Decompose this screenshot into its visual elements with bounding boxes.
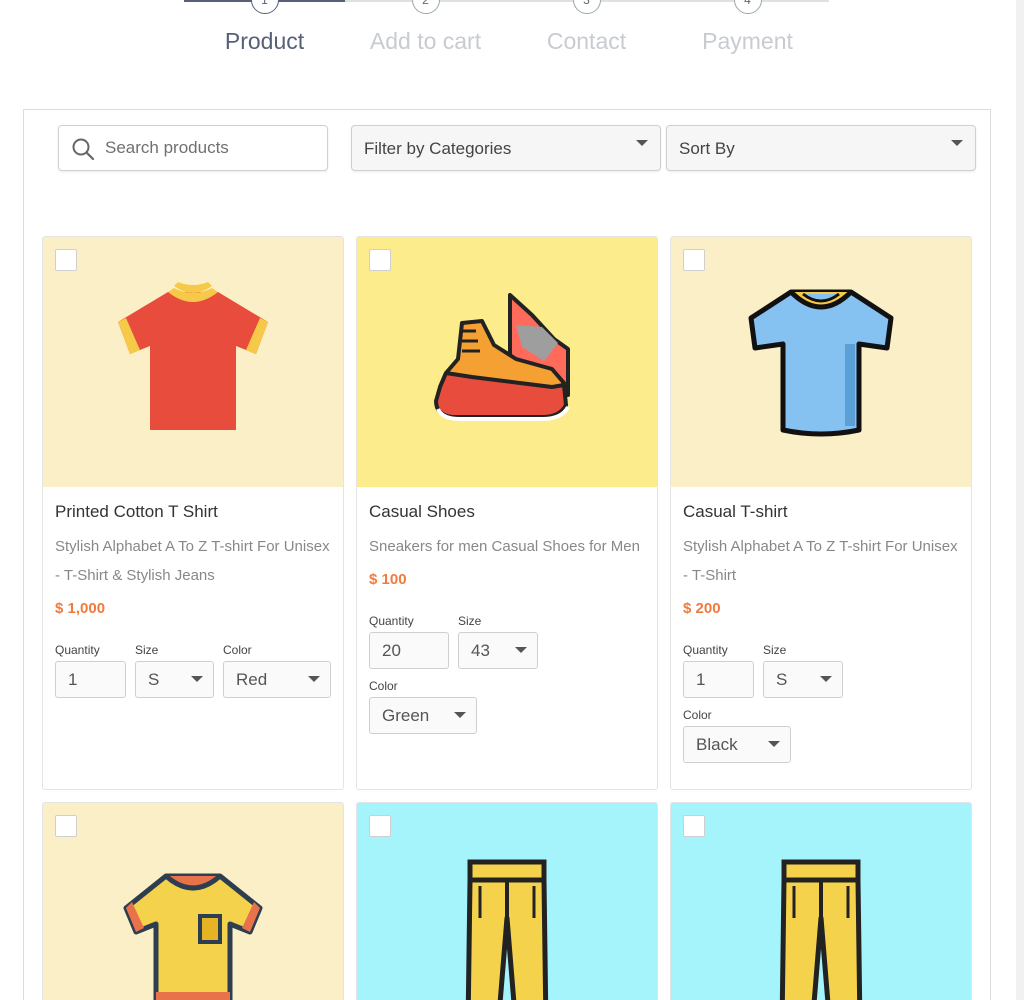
color-select[interactable]: Black bbox=[683, 726, 791, 763]
size-value: 43 bbox=[471, 641, 490, 660]
product-description: Sneakers for men Casual Shoes for Men bbox=[369, 538, 640, 555]
size-value: S bbox=[776, 670, 788, 689]
color-option: Color Green bbox=[369, 679, 645, 734]
product-card[interactable]: Printed Cotton T Shirt Stylish Alphabet … bbox=[42, 236, 344, 790]
size-select[interactable]: S bbox=[135, 661, 214, 698]
step-number: 4 bbox=[733, 0, 762, 14]
step-number: 3 bbox=[572, 0, 601, 14]
size-option: Size S bbox=[763, 643, 843, 698]
step-number: 1 bbox=[250, 0, 279, 14]
red-tshirt-icon bbox=[118, 282, 268, 430]
chevron-down-icon bbox=[820, 676, 832, 682]
yellow-tshirt-icon bbox=[123, 873, 263, 1000]
product-select-checkbox[interactable] bbox=[369, 249, 391, 271]
step-label: Contact bbox=[546, 28, 627, 54]
yellow-pants-icon bbox=[779, 859, 863, 1000]
step-payment[interactable]: 4 Payment bbox=[667, 0, 828, 55]
product-price: $ 1,000 bbox=[55, 600, 106, 617]
product-card[interactable] bbox=[356, 802, 658, 1000]
step-product[interactable]: 1 Product bbox=[184, 0, 345, 55]
search-input[interactable] bbox=[105, 126, 320, 170]
product-image-area bbox=[357, 237, 657, 487]
size-select[interactable]: S bbox=[763, 661, 843, 698]
product-card[interactable]: Casual T-shirt Stylish Alphabet A To Z T… bbox=[670, 236, 972, 790]
chevron-down-icon bbox=[636, 140, 648, 146]
step-number: 2 bbox=[411, 0, 440, 14]
checkout-stepper: 1 Product 2 Add to cart 3 Contact 4 Paym… bbox=[184, 0, 829, 70]
quantity-option: Quantity 1 bbox=[683, 643, 754, 698]
category-filter-select[interactable]: Filter by Categories bbox=[351, 125, 661, 171]
product-image-area bbox=[671, 237, 971, 487]
product-panel: Filter by Categories Sort By Printed Cot… bbox=[23, 109, 991, 1000]
product-description: Stylish Alphabet A To Z T-shirt For Unis… bbox=[55, 538, 330, 584]
size-label: Size bbox=[458, 614, 482, 628]
product-image-area bbox=[357, 803, 657, 1000]
product-image-area bbox=[671, 803, 971, 1000]
product-description: Stylish Alphabet A To Z T-shirt For Unis… bbox=[683, 538, 958, 584]
quantity-input[interactable]: 1 bbox=[55, 661, 126, 698]
color-label: Color bbox=[683, 708, 712, 722]
product-image-area bbox=[43, 803, 343, 1000]
color-value: Red bbox=[236, 670, 268, 689]
yellow-pants-icon bbox=[465, 859, 549, 1000]
color-value: Green bbox=[382, 706, 430, 725]
product-card[interactable] bbox=[670, 802, 972, 1000]
chevron-down-icon bbox=[768, 741, 780, 747]
chevron-down-icon bbox=[951, 140, 963, 146]
product-price: $ 100 bbox=[369, 571, 407, 588]
size-option: Size 43 bbox=[458, 614, 538, 669]
product-title: Casual Shoes bbox=[369, 502, 475, 521]
size-label: Size bbox=[135, 643, 159, 657]
sneakers-icon bbox=[434, 293, 570, 421]
product-select-checkbox[interactable] bbox=[683, 249, 705, 271]
step-label: Product bbox=[224, 28, 305, 54]
chevron-down-icon bbox=[515, 647, 527, 653]
quantity-option: Quantity 20 bbox=[369, 614, 449, 669]
product-select-checkbox[interactable] bbox=[55, 815, 77, 837]
quantity-option: Quantity 1 bbox=[55, 643, 126, 698]
product-title: Printed Cotton T Shirt bbox=[55, 502, 218, 521]
category-filter-label: Filter by Categories bbox=[364, 139, 512, 158]
product-select-checkbox[interactable] bbox=[369, 815, 391, 837]
step-contact[interactable]: 3 Contact bbox=[506, 0, 667, 55]
blue-tshirt-icon bbox=[748, 289, 894, 437]
color-select[interactable]: Red bbox=[223, 661, 331, 698]
search-box[interactable] bbox=[58, 125, 328, 171]
product-select-checkbox[interactable] bbox=[55, 249, 77, 271]
product-price: $ 200 bbox=[683, 600, 721, 617]
step-add-to-cart[interactable]: 2 Add to cart bbox=[345, 0, 506, 55]
product-select-checkbox[interactable] bbox=[683, 815, 705, 837]
page-scrollbar[interactable] bbox=[1016, 0, 1024, 1000]
search-icon bbox=[72, 138, 95, 161]
size-select[interactable]: 43 bbox=[458, 632, 538, 669]
sort-label: Sort By bbox=[679, 139, 735, 158]
sort-select[interactable]: Sort By bbox=[666, 125, 976, 171]
size-option: Size S bbox=[135, 643, 214, 698]
product-image-area bbox=[43, 237, 343, 487]
step-label: Payment bbox=[702, 28, 793, 54]
quantity-input[interactable]: 1 bbox=[683, 661, 754, 698]
quantity-input[interactable]: 20 bbox=[369, 632, 449, 669]
color-option: Color Red bbox=[223, 643, 331, 698]
color-option: Color Black bbox=[683, 708, 791, 763]
color-select[interactable]: Green bbox=[369, 697, 477, 734]
color-label: Color bbox=[369, 679, 398, 693]
quantity-label: Quantity bbox=[55, 643, 100, 657]
chevron-down-icon bbox=[454, 712, 466, 718]
chevron-down-icon bbox=[191, 676, 203, 682]
color-value: Black bbox=[696, 735, 738, 754]
size-label: Size bbox=[763, 643, 787, 657]
size-value: S bbox=[148, 670, 160, 689]
quantity-label: Quantity bbox=[683, 643, 728, 657]
chevron-down-icon bbox=[308, 676, 320, 682]
step-label: Add to cart bbox=[369, 28, 482, 54]
product-card[interactable] bbox=[42, 802, 344, 1000]
color-label: Color bbox=[223, 643, 252, 657]
product-card[interactable]: Casual Shoes Sneakers for men Casual Sho… bbox=[356, 236, 658, 790]
product-title: Casual T-shirt bbox=[683, 502, 788, 521]
quantity-label: Quantity bbox=[369, 614, 414, 628]
